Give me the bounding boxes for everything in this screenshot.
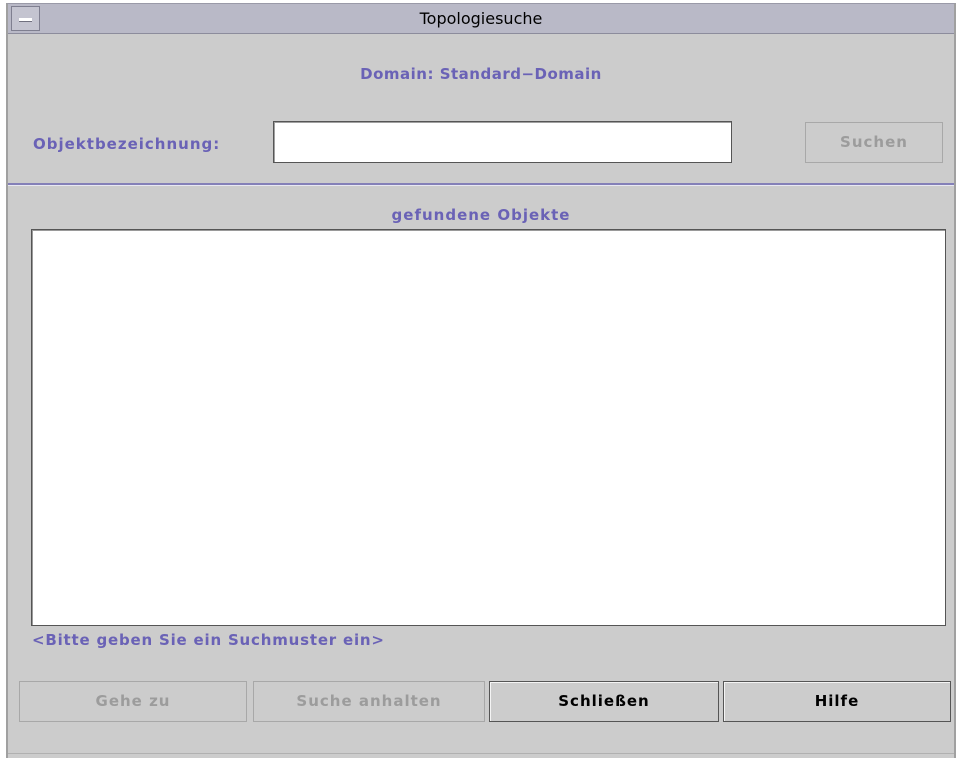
status-message: <Bitte geben Sie ein Suchmuster ein>	[32, 631, 385, 649]
window-bottom-border	[8, 753, 954, 758]
results-heading: gefundene Objekte	[391, 206, 571, 224]
window-title: Topologiesuche	[419, 9, 543, 28]
section-divider	[8, 183, 954, 186]
domain-label: Domain: Standard−Domain	[360, 65, 602, 83]
stop-search-button[interactable]: Suche anhalten	[253, 681, 485, 722]
close-button[interactable]: Schließen	[489, 681, 719, 722]
object-name-input[interactable]	[273, 121, 732, 163]
object-name-label: Objektbezeichnung:	[33, 135, 221, 153]
topology-search-dialog: Topologiesuche Domain: Standard−Domain O…	[6, 3, 956, 758]
results-list[interactable]	[31, 229, 946, 626]
help-button[interactable]: Hilfe	[723, 681, 951, 722]
search-button[interactable]: Suchen	[805, 122, 943, 163]
goto-button[interactable]: Gehe zu	[19, 681, 247, 722]
title-bar[interactable]: Topologiesuche	[8, 4, 954, 34]
